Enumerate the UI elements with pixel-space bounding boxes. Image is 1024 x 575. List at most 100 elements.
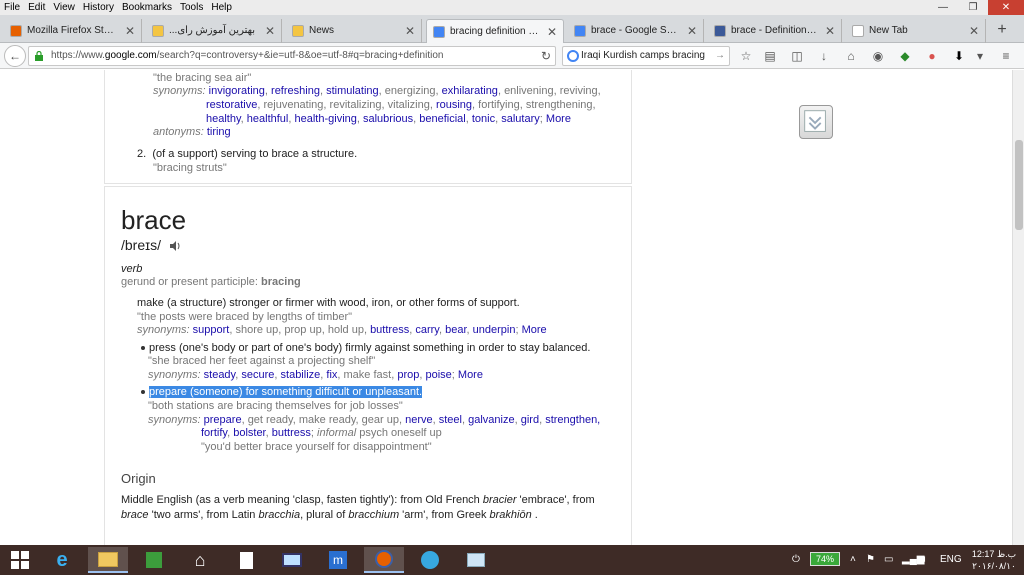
- maximize-button[interactable]: ❐: [958, 0, 988, 15]
- file-explorer-icon[interactable]: [88, 547, 128, 573]
- synonym-link[interactable]: buttress: [370, 324, 409, 336]
- tab-1[interactable]: ...بهترین آموزش رای ✕: [146, 19, 282, 43]
- menu-item-tools[interactable]: Tools: [176, 0, 207, 15]
- firefox-taskbar-icon[interactable]: [364, 547, 404, 573]
- search-bar[interactable]: Iraqi Kurdish camps bracing →: [562, 46, 730, 66]
- reload-icon[interactable]: ↻: [535, 47, 557, 65]
- addon-icon[interactable]: ●: [924, 48, 940, 64]
- windows-start-icon[interactable]: [0, 547, 40, 573]
- synonym-link[interactable]: rousing: [436, 99, 472, 111]
- synonym-link[interactable]: exhilarating: [442, 85, 498, 97]
- close-tab-icon[interactable]: ✕: [265, 19, 275, 43]
- antonym-link[interactable]: tiring: [207, 126, 231, 138]
- tab-2[interactable]: News ✕: [286, 19, 422, 43]
- synonym-link[interactable]: bolster: [233, 427, 265, 439]
- home-icon[interactable]: ⌂: [843, 48, 859, 64]
- synonym-link[interactable]: healthful: [247, 113, 289, 125]
- synonym-link[interactable]: health-giving: [295, 113, 357, 125]
- synonym-link[interactable]: invigorating: [209, 85, 265, 97]
- telegram-icon[interactable]: [410, 547, 450, 573]
- extension-icon[interactable]: ◆: [897, 48, 913, 64]
- maxthon-icon[interactable]: m: [318, 547, 358, 573]
- menu-item-history[interactable]: History: [79, 0, 118, 15]
- menu-item-view[interactable]: View: [49, 0, 79, 15]
- synonym-link[interactable]: beneficial: [419, 113, 465, 125]
- language-indicator[interactable]: ENG: [940, 545, 962, 575]
- synonym-link[interactable]: nerve: [405, 414, 433, 426]
- menu-item-edit[interactable]: Edit: [24, 0, 49, 15]
- chat-icon[interactable]: ◉: [870, 48, 886, 64]
- close-tab-icon[interactable]: ✕: [125, 19, 135, 43]
- synonym-link[interactable]: gird: [521, 414, 539, 426]
- pocket-icon[interactable]: ◫: [789, 48, 805, 64]
- monitor-icon[interactable]: [272, 547, 312, 573]
- more-synonyms-link[interactable]: More: [458, 369, 483, 381]
- more-synonyms-link[interactable]: More: [522, 324, 547, 336]
- menu-item-help[interactable]: Help: [207, 0, 236, 15]
- show-hidden-icons[interactable]: ˄: [850, 545, 856, 575]
- hamburger-menu-icon[interactable]: ≡: [998, 48, 1014, 64]
- synonym-link[interactable]: poise: [425, 369, 451, 381]
- menu-item-bookmarks[interactable]: Bookmarks: [118, 0, 176, 15]
- synonym-link[interactable]: salubrious: [363, 113, 413, 125]
- tab-5[interactable]: brace - Definition fro... ✕: [708, 19, 842, 43]
- synonym-link[interactable]: bear: [445, 324, 466, 336]
- clock[interactable]: 12:17 ب.ظ ۲۰۱۶/۰۸/۱۰: [966, 548, 1022, 572]
- synonym-link[interactable]: buttress: [272, 427, 311, 439]
- search-go-icon[interactable]: →: [715, 47, 725, 65]
- back-button[interactable]: ←: [4, 45, 26, 67]
- synonym-link[interactable]: carry: [415, 324, 439, 336]
- menu-item-file[interactable]: File: [0, 0, 24, 15]
- vertical-scrollbar[interactable]: [1012, 70, 1024, 545]
- close-tab-icon[interactable]: ✕: [969, 19, 979, 43]
- scrollbar-thumb[interactable]: [1015, 140, 1023, 230]
- reading-list-icon[interactable]: ▤: [762, 48, 778, 64]
- download-widget-icon[interactable]: [799, 105, 833, 139]
- network-adapter-icon[interactable]: ▭: [884, 545, 893, 575]
- synonym-link[interactable]: support: [193, 324, 230, 336]
- close-tab-icon[interactable]: ✕: [405, 19, 415, 43]
- downloads-icon[interactable]: ↓: [816, 48, 832, 64]
- new-tab-button[interactable]: +: [990, 19, 1014, 43]
- close-tab-icon[interactable]: ✕: [547, 20, 557, 43]
- app-window-icon[interactable]: [456, 547, 496, 573]
- tab-6[interactable]: New Tab ✕: [846, 19, 986, 43]
- tab-4[interactable]: brace - Google Search ✕: [568, 19, 704, 43]
- synonym-link[interactable]: prop: [397, 369, 419, 381]
- synonym-link[interactable]: stabilize: [281, 369, 321, 381]
- synonym-link[interactable]: galvanize: [468, 414, 514, 426]
- synonym-link[interactable]: steady: [204, 369, 236, 381]
- synonym-link[interactable]: salutary: [501, 113, 540, 125]
- volume-icon[interactable]: 🔈︎: [922, 545, 928, 575]
- download-arrow-icon[interactable]: ⬇: [951, 48, 967, 64]
- close-window-button[interactable]: ✕: [988, 0, 1024, 15]
- tab-3[interactable]: bracing definition - G... ✕: [426, 19, 564, 43]
- plug-icon[interactable]: ⏻: [792, 545, 800, 575]
- document-icon[interactable]: [226, 547, 266, 573]
- battery-indicator[interactable]: 74%: [810, 552, 840, 566]
- speaker-icon[interactable]: [169, 240, 181, 252]
- synonym-link[interactable]: restorative: [206, 99, 257, 111]
- home-app-icon[interactable]: ⌂: [180, 547, 220, 573]
- dropdown-chevron-icon[interactable]: ▾: [972, 48, 988, 64]
- synonym-link[interactable]: stimulating: [326, 85, 379, 97]
- synonym-link[interactable]: steel: [439, 414, 462, 426]
- synonym-link[interactable]: fix: [326, 369, 337, 381]
- close-tab-icon[interactable]: ✕: [825, 19, 835, 43]
- synonym-link[interactable]: fortify: [201, 427, 227, 439]
- flag-icon[interactable]: ⚑: [866, 545, 875, 575]
- synonym-link[interactable]: prepare: [204, 414, 242, 426]
- more-synonyms-link[interactable]: More: [546, 113, 571, 125]
- synonym-link[interactable]: strengthen,: [545, 414, 600, 426]
- selected-text[interactable]: prepare (someone) for something difficul…: [149, 386, 423, 398]
- synonym-link[interactable]: underpin: [473, 324, 516, 336]
- minimize-button[interactable]: —: [928, 0, 958, 15]
- store-icon[interactable]: [134, 547, 174, 573]
- synonym-link[interactable]: refreshing: [271, 85, 320, 97]
- close-tab-icon[interactable]: ✕: [687, 19, 697, 43]
- url-bar[interactable]: https://www.google.com/search?q=controve…: [28, 46, 556, 66]
- synonym-link[interactable]: tonic: [472, 113, 495, 125]
- internet-explorer-icon[interactable]: e: [42, 547, 82, 573]
- synonym-link[interactable]: secure: [241, 369, 274, 381]
- bookmark-star-icon[interactable]: ☆: [738, 48, 754, 64]
